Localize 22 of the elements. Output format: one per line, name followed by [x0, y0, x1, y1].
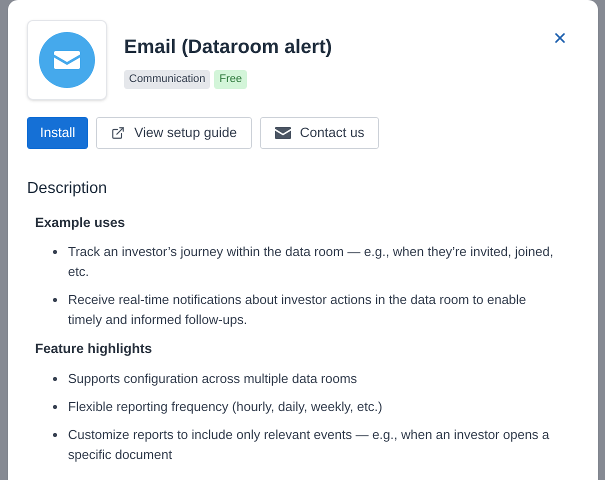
bullet-icon — [53, 250, 57, 254]
contact-button[interactable]: Contact us — [260, 117, 380, 149]
list-item-text: Flexible reporting frequency (hourly, daily, weekly, etc.) — [68, 398, 384, 416]
subsection-heading: Example uses — [35, 214, 126, 232]
install-button[interactable]: Install — [27, 117, 88, 149]
bullet-icon — [53, 298, 57, 302]
setup-guide-button[interactable]: View setup guide — [96, 117, 252, 149]
list-item-text: Supports configuration across multiple data rooms — [68, 370, 358, 388]
app-title: Email (Dataroom alert) — [124, 34, 332, 60]
list-item-text: Track an investor’s journey within the data room — e.g., when they’re invited, joined, etc. — [68, 243, 554, 282]
envelope-logo-icon — [39, 32, 95, 88]
list-item-text: Receive real-time notifications about investor actions in the data room to enable timely and informed follow-ups. — [68, 291, 528, 330]
bullet-icon — [53, 432, 57, 436]
bullet-icon — [53, 376, 57, 380]
price-tag: Free — [214, 70, 248, 90]
envelope-icon — [274, 127, 291, 139]
category-tag: Communication — [124, 70, 210, 90]
section-heading: Description — [27, 179, 108, 199]
subsection-heading: Feature highlights — [35, 340, 154, 358]
bullet-icon — [53, 404, 57, 408]
external-link-icon — [111, 126, 126, 140]
list-item-text: Customize reports to include only relevant events — e.g., when an investor opens a specific document — [68, 426, 550, 464]
